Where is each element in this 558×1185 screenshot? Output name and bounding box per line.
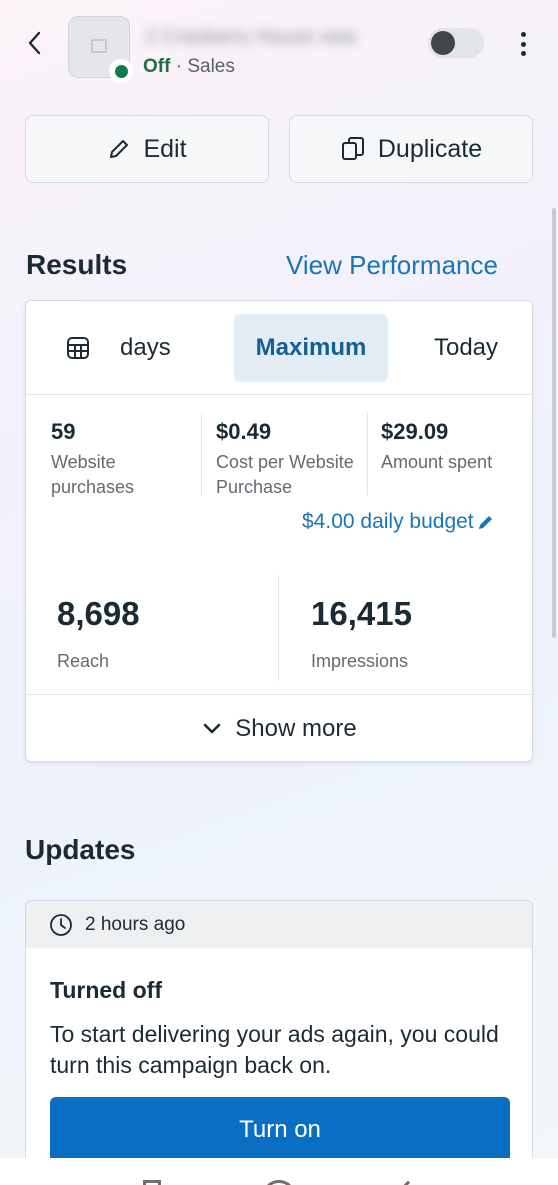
- duplicate-label: Duplicate: [377, 134, 483, 163]
- update-card: 2 hours ago Turned off To start deliveri…: [25, 900, 533, 1185]
- update-time: 2 hours ago: [85, 913, 186, 935]
- update-title: Turned off: [50, 977, 162, 1003]
- back-nav-icon[interactable]: [396, 1180, 420, 1185]
- metric-website-purchases: 59 Website purchases: [51, 419, 191, 500]
- top-bar: 2 Cranberry House new Off · Sales: [0, 0, 558, 95]
- metric-value: 8,698: [57, 595, 140, 632]
- metric-impressions: 16,415 Impressions: [311, 595, 412, 672]
- metric-reach: 8,698 Reach: [57, 595, 140, 672]
- daily-budget-text: $4.00 daily budget: [302, 510, 474, 533]
- objective-text: Sales: [187, 56, 235, 77]
- metric-divider: [278, 575, 279, 681]
- duplicate-icon: [341, 137, 364, 160]
- show-more-button[interactable]: Show more: [26, 694, 532, 761]
- update-header: 2 hours ago: [26, 901, 532, 948]
- results-card: days Maximum Today 59 Website purchases …: [25, 300, 533, 762]
- metric-value: $29.09: [381, 419, 449, 444]
- status-separator: ·: [175, 56, 183, 77]
- metric-label: Impressions: [311, 651, 409, 671]
- chevron-left-icon: [28, 31, 41, 55]
- date-option-days-label: days: [120, 334, 171, 361]
- campaign-name[interactable]: 2 Cranberry House new: [145, 26, 400, 48]
- chevron-down-icon: [203, 723, 221, 734]
- metric-cost-per-purchase: $0.49 Cost per Website Purchase: [216, 419, 368, 500]
- metric-value: 59: [51, 419, 76, 444]
- update-body: To start delivering your ads again, you …: [50, 1021, 499, 1078]
- status-text: Off: [143, 56, 171, 77]
- duplicate-button[interactable]: Duplicate: [289, 115, 533, 183]
- date-option-days[interactable]: days: [66, 314, 196, 382]
- campaign-toggle[interactable]: [428, 28, 484, 58]
- metric-label: Cost per Website Purchase: [216, 452, 354, 497]
- pencil-icon: [110, 140, 129, 158]
- edit-button[interactable]: Edit: [25, 115, 269, 183]
- metric-label: Website purchases: [51, 452, 135, 497]
- recents-icon[interactable]: [143, 1180, 161, 1185]
- metric-divider: [201, 413, 202, 495]
- show-more-label: Show more: [235, 715, 357, 742]
- view-performance-link[interactable]: View Performance: [286, 250, 498, 281]
- metric-label: Reach: [57, 651, 110, 671]
- more-options-button[interactable]: [512, 28, 534, 60]
- image-placeholder-icon: [91, 39, 107, 53]
- metric-divider: [367, 413, 368, 495]
- campaign-thumbnail: [68, 16, 133, 83]
- daily-budget-link[interactable]: $4.00 daily budget: [302, 510, 494, 534]
- clock-icon: [50, 913, 72, 936]
- campaign-status-line: Off · Sales: [143, 56, 235, 78]
- edit-label: Edit: [143, 134, 187, 163]
- metric-value: 16,415: [311, 595, 412, 632]
- date-option-today[interactable]: Today: [408, 314, 524, 382]
- scrollbar[interactable]: [552, 208, 556, 638]
- status-indicator: [109, 59, 133, 83]
- system-navigation-bar: [0, 1158, 558, 1185]
- pencil-icon: [478, 515, 492, 529]
- metric-value: $0.49: [216, 419, 272, 444]
- results-heading: Results: [26, 249, 128, 280]
- updates-heading: Updates: [25, 834, 136, 865]
- back-button[interactable]: [20, 28, 48, 58]
- metric-label: Amount spent: [381, 452, 493, 472]
- date-option-maximum[interactable]: Maximum: [234, 314, 388, 382]
- home-icon[interactable]: [262, 1180, 296, 1185]
- metric-amount-spent: $29.09 Amount spent: [381, 419, 531, 475]
- date-range-selector: days Maximum Today: [26, 301, 532, 395]
- calendar-grid-icon: [67, 337, 89, 359]
